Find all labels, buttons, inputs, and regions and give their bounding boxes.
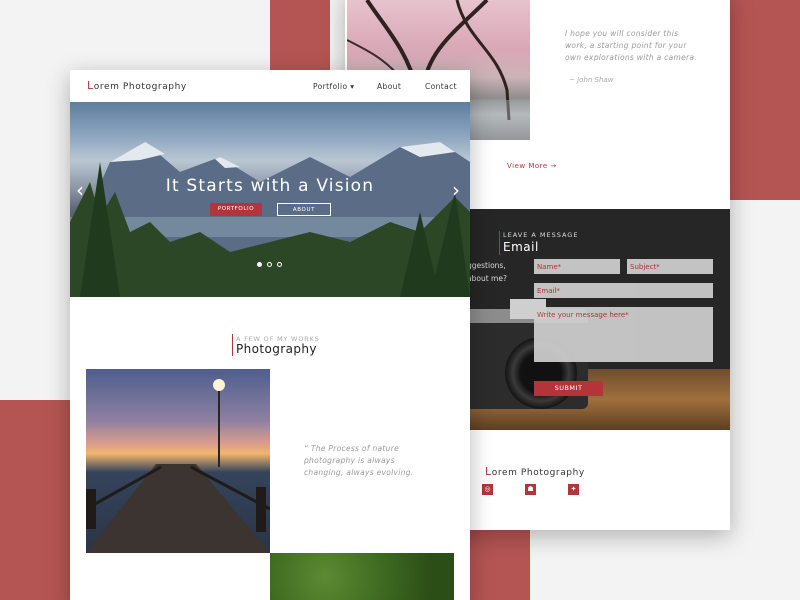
nav-portfolio[interactable]: Portfolio ▾	[313, 82, 354, 91]
carousel-prev-icon[interactable]: ‹	[76, 178, 84, 202]
footer-brand-text: orem Photography	[491, 468, 585, 478]
decor-block-left	[0, 400, 70, 600]
decor-block-right	[730, 0, 800, 200]
about-button[interactable]: ABOUT	[277, 203, 331, 216]
view-more-link[interactable]: View More →	[507, 162, 557, 170]
mountain-landscape	[70, 142, 470, 297]
quote-text: “ The Process of nature photography is a…	[304, 444, 414, 477]
pier-sunset-photo	[86, 369, 270, 553]
instagram-icon[interactable]: ◎	[482, 484, 493, 495]
carousel-dot[interactable]	[257, 262, 262, 267]
email-field[interactable]: Email*	[534, 283, 713, 298]
snapchat-icon[interactable]: ☗	[525, 484, 536, 495]
carousel-dot[interactable]	[267, 262, 272, 267]
brand-text: orem Photography	[93, 82, 187, 92]
navbar: Lorem Photography Portfolio ▾ About Cont…	[70, 70, 470, 102]
carousel-dot[interactable]	[277, 262, 282, 267]
title-accent-bar	[232, 334, 233, 356]
footer-brand-initial: L	[485, 465, 492, 478]
twitter-icon[interactable]: ✦	[568, 484, 579, 495]
contact-title: Email	[503, 240, 539, 254]
decor-block-bottom	[470, 530, 530, 600]
portfolio-button[interactable]: PORTFOLIO	[210, 203, 262, 216]
message-field[interactable]: Write your message here*	[534, 307, 713, 362]
nav-about[interactable]: About	[377, 82, 401, 91]
decor-block-top	[270, 0, 330, 70]
brand-logo[interactable]: Lorem Photography	[87, 79, 187, 92]
contact-side-text: ggestions, about me?	[467, 261, 507, 283]
greenery-photo	[270, 553, 454, 600]
title-accent-bar	[499, 231, 500, 255]
brand-initial: L	[87, 79, 94, 92]
hero-carousel: It Starts with a Vision PORTFOLIO ABOUT …	[70, 102, 470, 297]
submit-button[interactable]: SUBMIT	[534, 381, 603, 396]
quote-author: ~ John Shaw	[569, 76, 614, 84]
name-field[interactable]: Name*	[534, 259, 620, 274]
nav-contact[interactable]: Contact	[425, 82, 457, 91]
subject-field[interactable]: Subject*	[627, 259, 713, 274]
footer-brand: Lorem Photography	[485, 465, 585, 478]
quote-text: I hope you will consider this work, a st…	[565, 29, 697, 62]
page-mockup-front: Lorem Photography Portfolio ▾ About Cont…	[70, 70, 470, 600]
contact-pretitle: LEAVE A MESSAGE	[503, 231, 579, 239]
hero-title: It Starts with a Vision	[165, 176, 375, 196]
section-title: Photography	[236, 342, 317, 356]
carousel-next-icon[interactable]: ›	[452, 178, 460, 202]
